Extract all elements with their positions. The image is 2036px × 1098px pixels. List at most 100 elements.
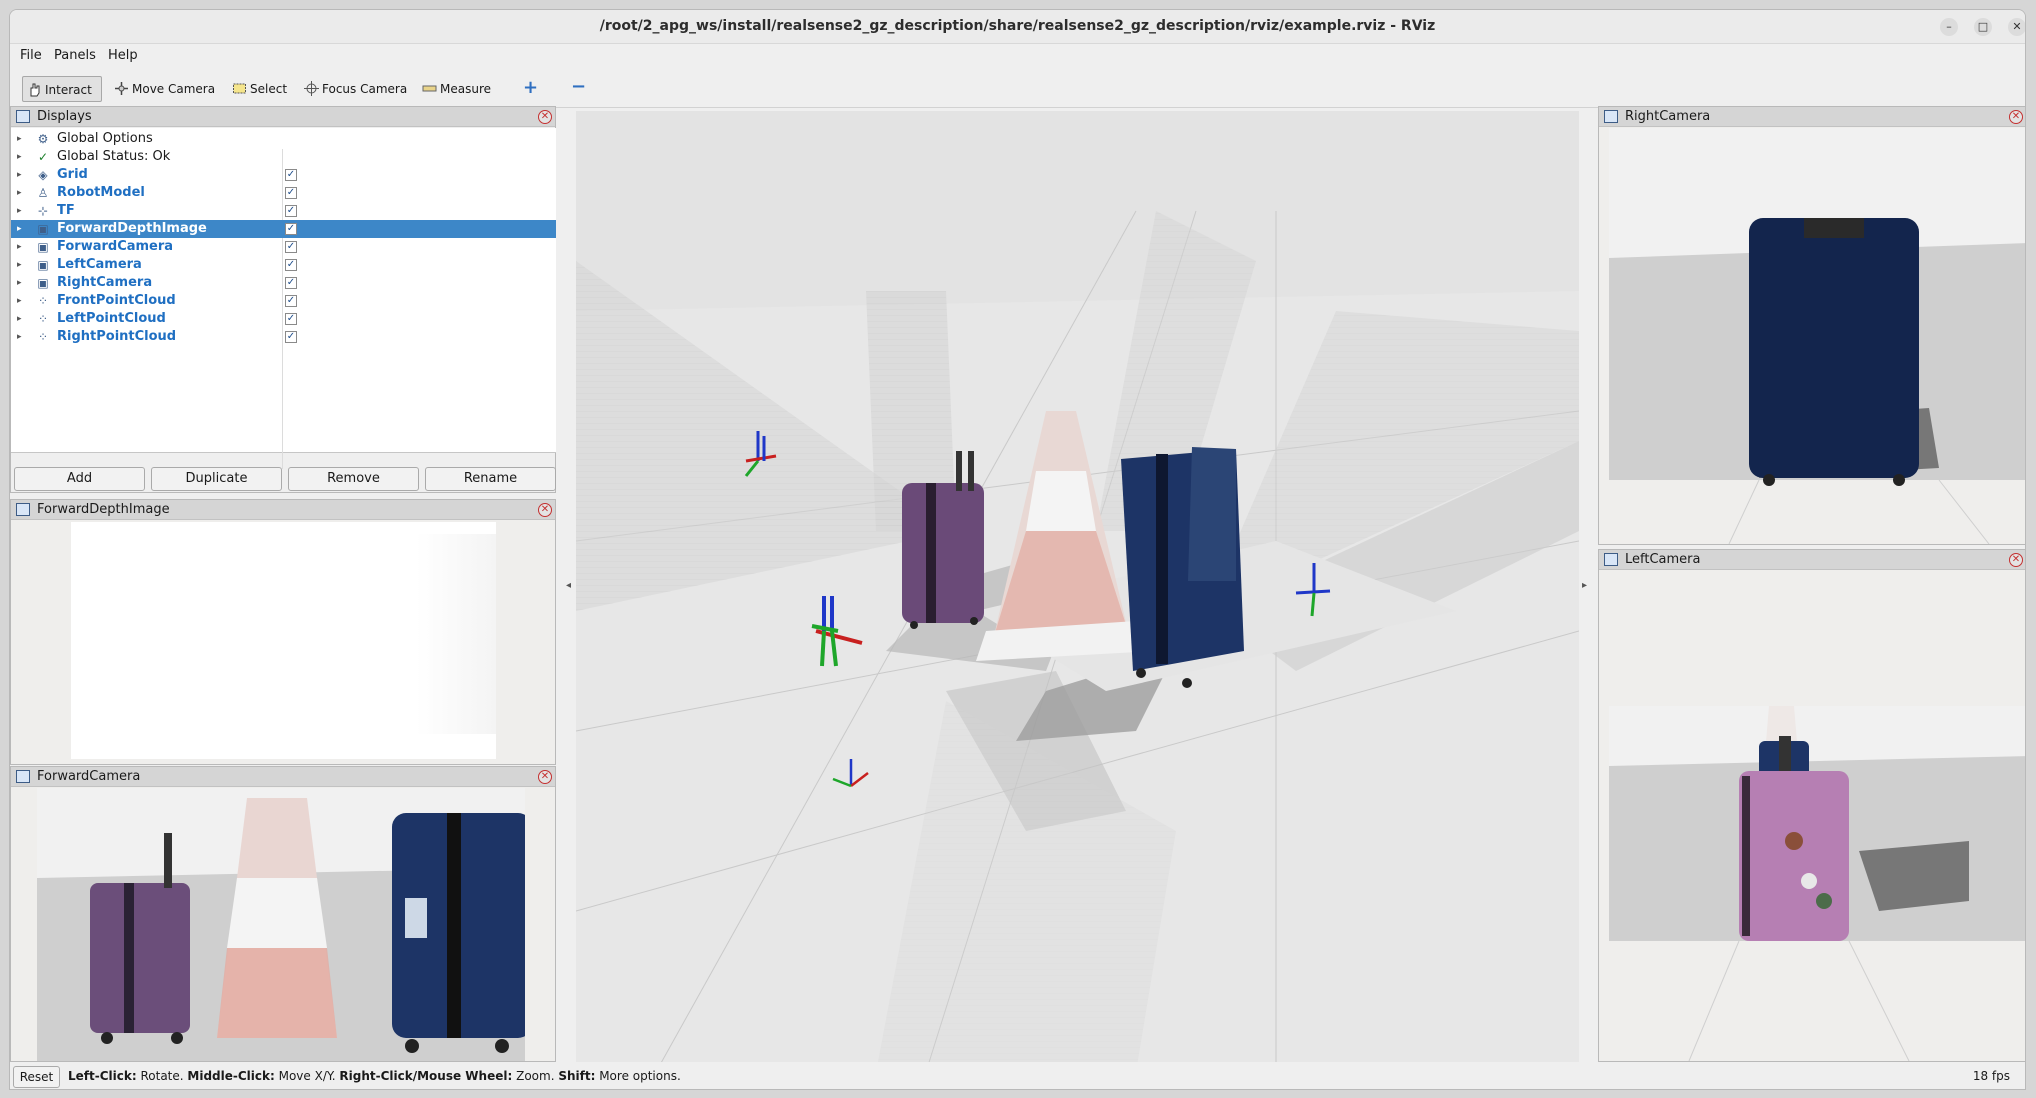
pointcloud-icon: ⁘ bbox=[37, 294, 49, 308]
display-enable-checkbox[interactable]: ✓ bbox=[285, 223, 297, 235]
display-item-label: RightPointCloud bbox=[57, 329, 177, 344]
expand-arrow-icon[interactable]: ▸ bbox=[17, 166, 25, 184]
display-item[interactable]: ▸ ⊹ TF ✓ bbox=[11, 202, 556, 220]
scene-render bbox=[576, 111, 1579, 1072]
expand-arrow-icon[interactable]: ▸ bbox=[17, 148, 25, 166]
expand-arrow-icon[interactable]: ▸ bbox=[17, 256, 25, 274]
minimize-button[interactable]: – bbox=[1940, 18, 1958, 36]
menu-help[interactable]: Help bbox=[108, 48, 138, 63]
remove-display-button[interactable]: Remove bbox=[288, 467, 419, 491]
reset-button[interactable]: Reset bbox=[13, 1066, 60, 1088]
image-icon: ▣ bbox=[37, 258, 49, 272]
close-icon[interactable]: ✕ bbox=[538, 503, 552, 517]
displays-tree: ▸ ⚙ Global Options ▸ ✓ Global Status: Ok ▸ ◈ Gri… bbox=[11, 128, 556, 469]
close-window-button[interactable]: ✕ bbox=[2008, 18, 2025, 36]
display-enable-checkbox[interactable]: ✓ bbox=[285, 187, 297, 199]
display-item-label: Global Options bbox=[57, 131, 153, 146]
display-item[interactable]: ▸ ✓ Global Status: Ok bbox=[11, 148, 556, 166]
tool-move-camera[interactable]: Move Camera bbox=[110, 76, 220, 102]
hint-shift-key: Shift: bbox=[558, 1069, 596, 1083]
display-item-label: Global Status: Ok bbox=[57, 149, 171, 164]
tool-measure-label: Measure bbox=[440, 82, 491, 96]
add-tool-icon[interactable]: + bbox=[523, 77, 538, 98]
forward-camera-image bbox=[37, 788, 525, 1061]
display-item-label: LeftPointCloud bbox=[57, 311, 166, 326]
display-item-label: ForwardCamera bbox=[57, 239, 174, 254]
display-item[interactable]: ▸ ⁘ LeftPointCloud ✓ bbox=[11, 310, 556, 328]
display-enable-checkbox[interactable]: ✓ bbox=[285, 205, 297, 217]
display-enable-checkbox[interactable]: ✓ bbox=[285, 331, 297, 343]
menu-file[interactable]: File bbox=[20, 48, 42, 63]
menu-bar: File Panels Help bbox=[10, 45, 2025, 67]
duplicate-display-button[interactable]: Duplicate bbox=[151, 467, 282, 491]
right-camera-title: RightCamera bbox=[1625, 109, 1711, 124]
forward-depth-title: ForwardDepthImage bbox=[37, 502, 170, 517]
display-item-label: ForwardDepthImage bbox=[57, 221, 207, 236]
tool-interact[interactable]: Interact bbox=[22, 76, 102, 102]
tool-interact-label: Interact bbox=[45, 83, 92, 97]
pointcloud-icon: ⁘ bbox=[37, 312, 49, 326]
display-item-label: RightCamera bbox=[57, 275, 153, 290]
expand-arrow-icon[interactable]: ▸ bbox=[17, 130, 25, 148]
forward-camera-header: ForwardCamera ✕ bbox=[11, 767, 555, 787]
display-item[interactable]: ▸ ♙ RobotModel ✓ bbox=[11, 184, 556, 202]
display-item[interactable]: ▸ ⁘ RightPointCloud ✓ bbox=[11, 328, 556, 346]
display-item[interactable]: ▸ ▣ ForwardDepthImage ✓ bbox=[11, 220, 556, 238]
display-item[interactable]: ▸ ▣ ForwardCamera ✓ bbox=[11, 238, 556, 256]
display-enable-checkbox[interactable]: ✓ bbox=[285, 259, 297, 271]
displays-panel-header: Displays ✕ bbox=[11, 107, 555, 127]
image-icon: ▣ bbox=[37, 276, 49, 290]
expand-arrow-icon[interactable]: ▸ bbox=[17, 238, 25, 256]
toolbar: Interact Move Camera Select Focus Camera… bbox=[10, 68, 2025, 108]
remove-tool-icon[interactable]: − bbox=[571, 76, 586, 97]
axes-icon: ⊹ bbox=[37, 204, 49, 218]
tool-focus-camera[interactable]: Focus Camera bbox=[300, 76, 410, 102]
tool-measure[interactable]: Measure bbox=[418, 76, 498, 102]
expand-arrow-icon[interactable]: ▸ bbox=[17, 310, 25, 328]
maximize-button[interactable]: □ bbox=[1974, 18, 1992, 36]
close-icon[interactable]: ✕ bbox=[2009, 110, 2023, 124]
display-item-label: FrontPointCloud bbox=[57, 293, 176, 308]
collapse-left-arrow-icon[interactable]: ◂ bbox=[566, 580, 571, 591]
display-item[interactable]: ▸ ▣ LeftCamera ✓ bbox=[11, 256, 556, 274]
expand-arrow-icon[interactable]: ▸ bbox=[17, 292, 25, 310]
display-item[interactable]: ▸ ◈ Grid ✓ bbox=[11, 166, 556, 184]
forward-camera-panel: ForwardCamera ✕ bbox=[10, 766, 556, 1062]
add-display-button[interactable]: Add bbox=[14, 467, 145, 491]
display-item-label: RobotModel bbox=[57, 185, 145, 200]
menu-panels[interactable]: Panels bbox=[54, 48, 96, 63]
expand-arrow-icon[interactable]: ▸ bbox=[17, 184, 25, 202]
image-icon bbox=[16, 503, 30, 516]
left-camera-image bbox=[1609, 571, 2025, 1061]
hint-shift-text: More options. bbox=[595, 1069, 681, 1083]
image-icon bbox=[1604, 110, 1618, 123]
expand-arrow-icon[interactable]: ▸ bbox=[17, 202, 25, 220]
tool-select[interactable]: Select bbox=[228, 76, 292, 102]
display-item[interactable]: ▸ ▣ RightCamera ✓ bbox=[11, 274, 556, 292]
display-enable-checkbox[interactable]: ✓ bbox=[285, 295, 297, 307]
close-icon[interactable]: ✕ bbox=[2009, 553, 2023, 567]
collapse-right-arrow-icon[interactable]: ▸ bbox=[1582, 580, 1587, 591]
3d-viewport[interactable] bbox=[576, 111, 1579, 1072]
expand-arrow-icon[interactable]: ▸ bbox=[17, 274, 25, 292]
display-item[interactable]: ▸ ⁘ FrontPointCloud ✓ bbox=[11, 292, 556, 310]
monitor-icon bbox=[16, 110, 30, 123]
hint-right-click-text: Zoom. bbox=[512, 1069, 559, 1083]
close-icon[interactable]: ✕ bbox=[538, 110, 552, 124]
image-icon: ▣ bbox=[37, 240, 49, 254]
expand-arrow-icon[interactable]: ▸ bbox=[17, 220, 25, 238]
tool-select-label: Select bbox=[250, 82, 288, 96]
display-enable-checkbox[interactable]: ✓ bbox=[285, 277, 297, 289]
ruler-icon bbox=[422, 85, 437, 92]
close-icon[interactable]: ✕ bbox=[538, 770, 552, 784]
rviz-window: /root/2_apg_ws/install/realsense2_gz_des… bbox=[9, 9, 2026, 1090]
hint-middle-click-text: Move X/Y. bbox=[274, 1069, 340, 1083]
right-camera-image bbox=[1609, 128, 2025, 544]
display-enable-checkbox[interactable]: ✓ bbox=[285, 169, 297, 181]
display-enable-checkbox[interactable]: ✓ bbox=[285, 313, 297, 325]
expand-arrow-icon[interactable]: ▸ bbox=[17, 328, 25, 346]
display-enable-checkbox[interactable]: ✓ bbox=[285, 241, 297, 253]
image-icon bbox=[1604, 553, 1618, 566]
rename-display-button[interactable]: Rename bbox=[425, 467, 556, 491]
display-item[interactable]: ▸ ⚙ Global Options bbox=[11, 130, 556, 148]
